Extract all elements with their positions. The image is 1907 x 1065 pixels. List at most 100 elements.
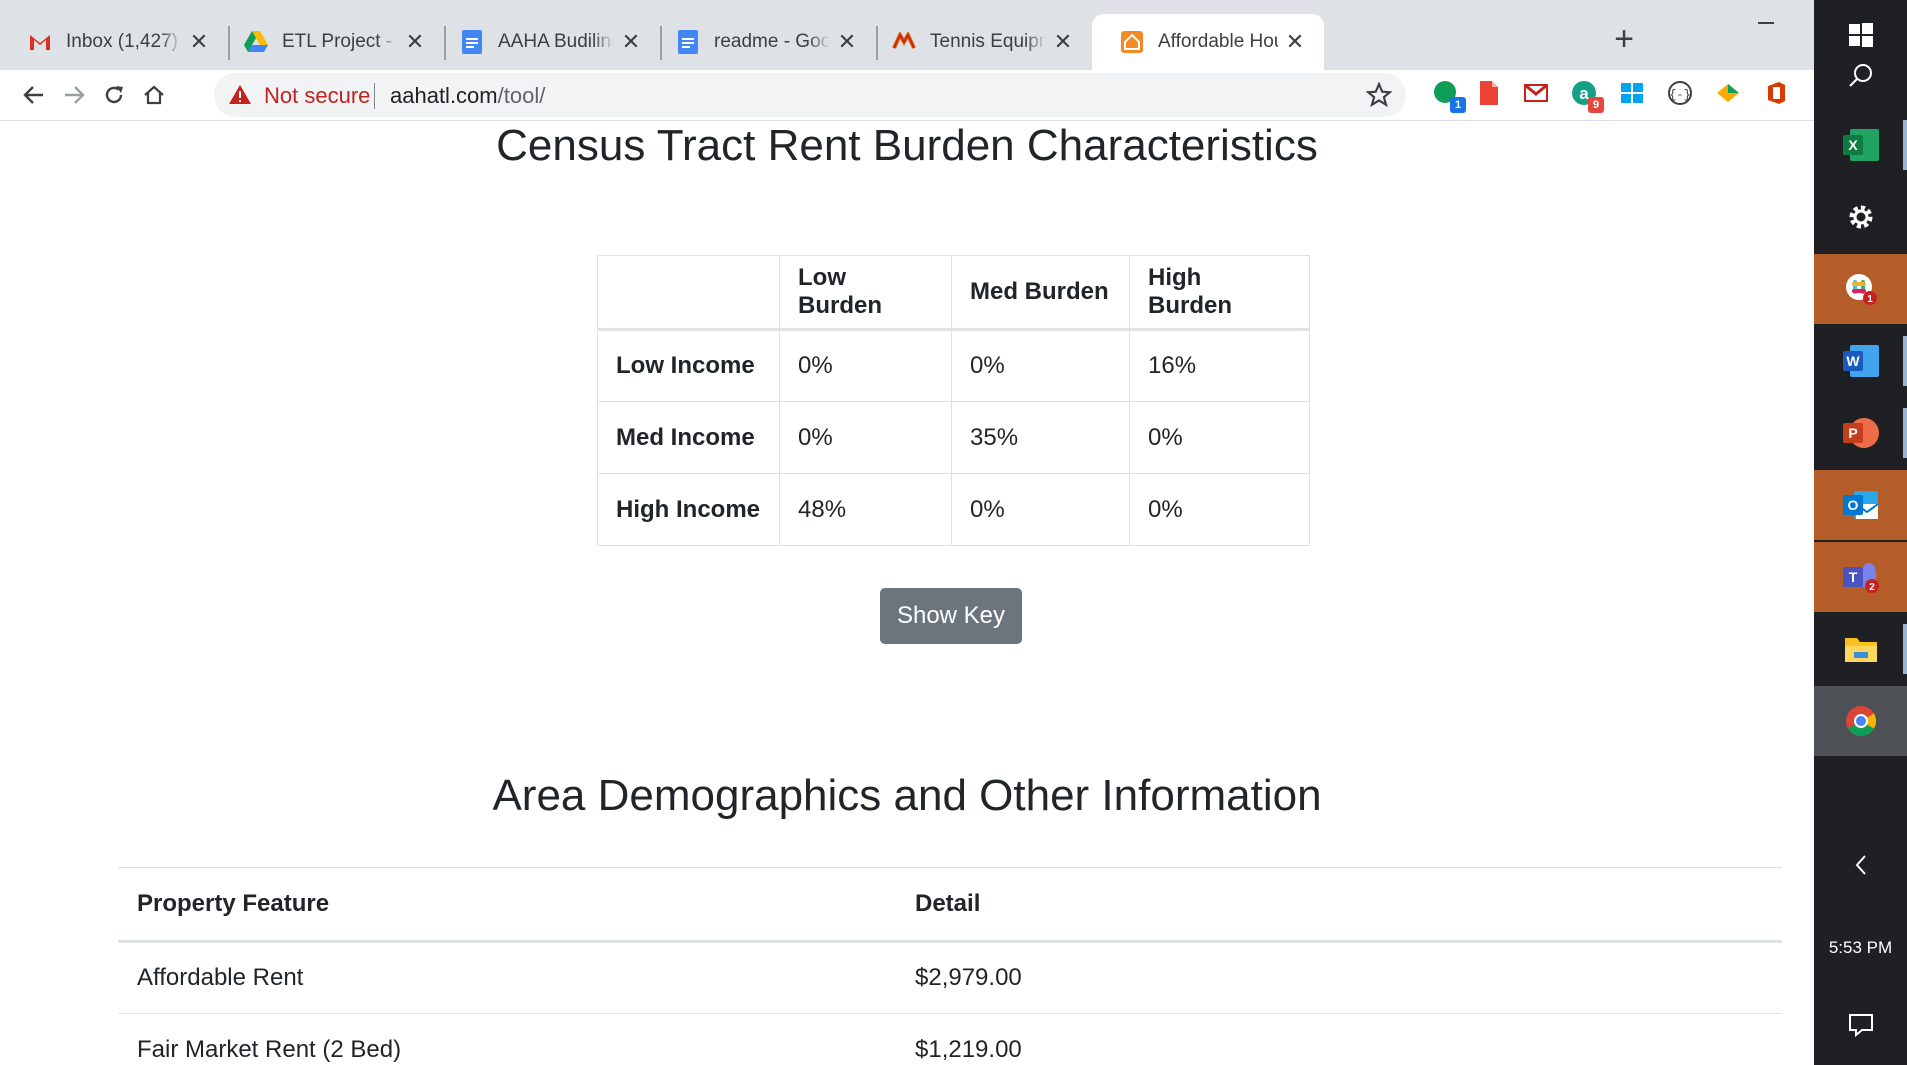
tab-tennis-equipment[interactable]: Tennis Equipment | M ✕ [864,14,1092,70]
tab-strip: Inbox (1,427) - mkba ✕ ETL Project - Goo… [0,0,1814,70]
detail-cell: $1,219.00 [896,1013,1782,1065]
table-cell: 35% [951,401,1130,474]
table-cell: 0% [951,473,1130,546]
extension-badge: 1 [1450,97,1466,113]
demographics-table: Property Feature Detail Affordable Rent … [118,867,1782,1065]
svg-text:T: T [1848,569,1857,585]
home-icon [144,85,164,105]
browser-toolbar: Not secure aahatl.com/tool/ 1 a 9 {-} [0,70,1814,121]
feature-cell: Affordable Rent [118,941,896,1014]
windows-extension-icon[interactable] [1618,79,1648,109]
tab-etl-project[interactable]: ETL Project - Google ✕ [216,14,444,70]
grammar-extension-icon[interactable]: a 9 [1570,79,1604,113]
chevron-left-icon[interactable] [1814,845,1907,885]
table-row: Low Income 0% 0% 16% [597,329,1310,402]
table-header-row: Property Feature Detail [118,867,1782,943]
gmail-extension-icon[interactable] [1522,79,1552,109]
reload-button[interactable] [96,77,132,113]
table-cell: 0% [951,329,1130,402]
close-tab-icon[interactable]: ✕ [620,31,642,53]
back-button[interactable] [16,77,52,113]
rent-burden-table: Low Burden Med Burden High Burden Low In… [597,255,1310,546]
rent-burden-section-title: Census Tract Rent Burden Characteristics [496,121,1318,170]
home-button[interactable] [136,77,172,113]
address-bar[interactable]: Not secure aahatl.com/tool/ [214,73,1406,117]
running-indicator [1903,336,1907,386]
table-row: Fair Market Rent (2 Bed) $1,219.00 [118,1013,1782,1065]
office-extension-icon[interactable] [1762,79,1792,109]
close-tab-icon[interactable]: ✕ [188,31,210,53]
tennis-site-icon [892,30,916,54]
chat-extension-icon[interactable]: 1 [1432,79,1466,113]
demographics-section-title: Area Demographics and Other Information [492,771,1322,820]
column-header-med-burden: Med Burden [951,255,1130,331]
excel-icon[interactable]: X [1814,110,1907,180]
file-explorer-icon[interactable] [1814,614,1907,684]
corner-header-cell [597,255,780,331]
tab-title: AAHA Budiling Corp. [498,31,614,52]
slack-icon[interactable]: 1 [1814,254,1907,324]
close-tab-icon[interactable]: ✕ [404,31,426,53]
action-center-icon[interactable] [1814,990,1907,1060]
diamond-extension-icon[interactable] [1714,79,1744,109]
google-drive-icon [244,30,268,54]
close-tab-icon[interactable]: ✕ [1284,31,1306,53]
omnibox-divider [374,83,375,109]
column-header-high-burden: High Burden [1129,255,1310,331]
table-cell: 0% [779,329,952,402]
table-cell: 0% [779,401,952,474]
warning-icon[interactable] [228,83,252,107]
security-status-label[interactable]: Not secure [264,83,370,109]
tab-inbox[interactable]: Inbox (1,427) - mkba ✕ [0,14,228,70]
gmail-icon [28,30,52,54]
svg-text:1: 1 [1867,294,1873,305]
taskbar-clock[interactable]: 5:53 PM [1814,938,1907,958]
page-content: Census Tract Rent Burden Characteristics… [0,121,1814,1065]
table-row: High Income 48% 0% 0% [597,473,1310,546]
outlook-icon[interactable]: O [1814,470,1907,540]
code-extension-icon[interactable]: {-} [1666,79,1696,109]
tab-title: Tennis Equipment | M [930,31,1046,52]
row-header-high-income: High Income [597,473,780,546]
running-indicator [1903,120,1907,170]
powerpoint-icon[interactable]: P [1814,398,1907,468]
table-cell: 0% [1129,473,1310,546]
svg-text:X: X [1848,137,1858,153]
search-icon[interactable] [1814,40,1907,110]
detail-cell: $2,979.00 [896,941,1782,1014]
settings-gear-icon[interactable] [1814,182,1907,252]
google-docs-icon [460,30,484,54]
tab-affordable-housing[interactable]: Affordable Housing ✕ [1092,14,1324,70]
running-indicator [1903,624,1907,674]
table-row: Med Income 0% 35% 0% [597,401,1310,474]
bookmark-star-icon[interactable] [1366,82,1392,108]
table-header-row: Low Burden Med Burden High Burden [597,255,1310,331]
url-text[interactable]: aahatl.com/tool/ [390,83,545,109]
tab-title: readme - Google Do [714,31,830,52]
house-icon [1120,30,1144,54]
svg-text:O: O [1847,497,1858,513]
close-tab-icon[interactable]: ✕ [836,31,858,53]
column-header-property-feature: Property Feature [118,867,896,943]
word-icon[interactable]: W [1814,326,1907,396]
forward-button[interactable] [56,77,92,113]
url-path: /tool/ [497,83,546,108]
show-key-button[interactable]: Show Key [880,588,1022,644]
running-indicator [1903,408,1907,458]
pdf-extension-icon[interactable] [1474,79,1504,109]
minimize-window-button[interactable] [1738,10,1798,40]
teams-icon[interactable]: T2 [1814,542,1907,612]
tab-title: Inbox (1,427) - mkba [66,31,182,52]
url-host: aahatl.com [390,83,498,108]
row-header-med-income: Med Income [597,401,780,474]
new-tab-button[interactable]: + [1604,20,1644,60]
table-row: Affordable Rent $2,979.00 [118,941,1782,1014]
tab-readme[interactable]: readme - Google Do ✕ [648,14,876,70]
svg-text:W: W [1846,353,1860,369]
browser-window: Inbox (1,427) - mkba ✕ ETL Project - Goo… [0,0,1814,1065]
arrow-right-icon [65,86,85,104]
close-tab-icon[interactable]: ✕ [1052,31,1074,53]
tab-aaha-corp[interactable]: AAHA Budiling Corp. ✕ [432,14,660,70]
chrome-icon[interactable] [1814,686,1907,756]
column-header-detail: Detail [896,867,1782,943]
